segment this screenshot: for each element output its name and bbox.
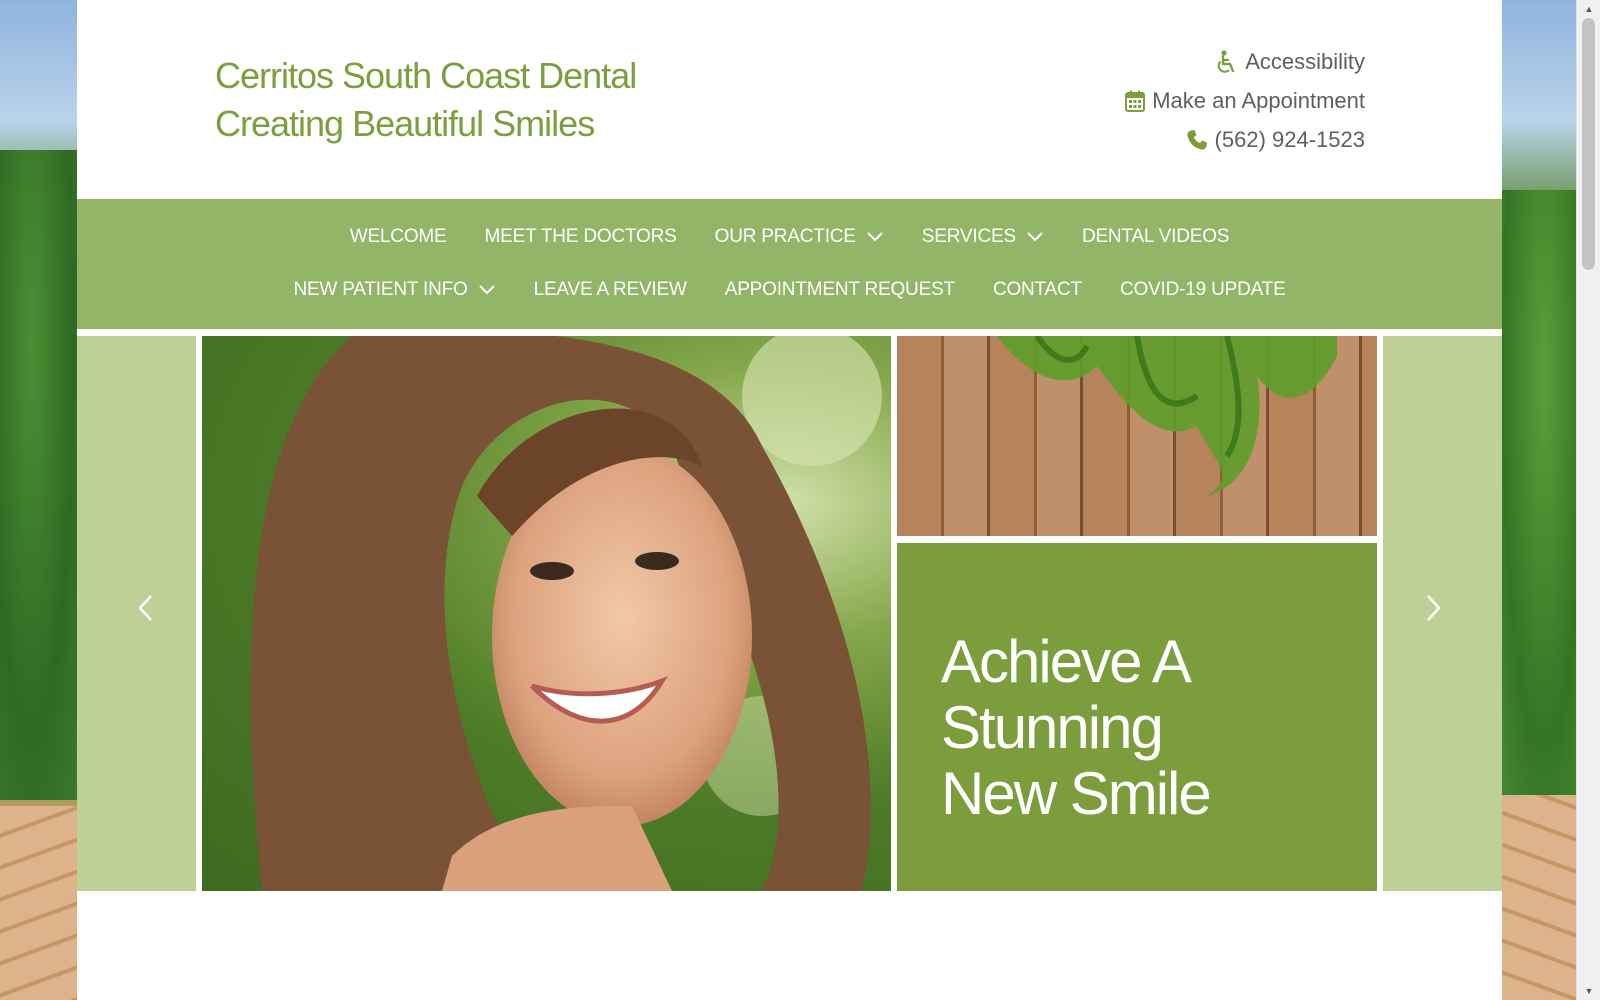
site-title[interactable]: Cerritos South Coast Dental xyxy=(215,52,637,100)
nav-item-new-patient-info[interactable]: NEW PATIENT INFO xyxy=(293,279,495,301)
slider-side-panel-right xyxy=(1383,336,1502,891)
calendar-icon xyxy=(1125,90,1146,112)
site-brand[interactable]: Cerritos South Coast Dental Creating Bea… xyxy=(215,52,637,148)
phone-icon xyxy=(1186,129,1208,151)
chevron-down-icon xyxy=(478,284,496,296)
headline-line-2: Stunning xyxy=(941,694,1164,761)
nav-item-welcome[interactable]: WELCOME xyxy=(350,226,447,248)
chevron-right-icon xyxy=(1423,592,1443,629)
scroll-up-arrow-icon[interactable]: ▲ xyxy=(1577,0,1600,18)
nav-label: CONTACT xyxy=(992,279,1082,300)
nav-row-primary: WELCOME MEET THE DOCTORS OUR PRACTICE SE… xyxy=(77,217,1502,257)
wheelchair-icon xyxy=(1216,49,1238,74)
site-tagline: Creating Beautiful Smiles xyxy=(215,103,595,144)
nav-label: MEET THE DOCTORS xyxy=(484,226,677,247)
nav-item-contact[interactable]: CONTACT xyxy=(993,279,1082,301)
accessibility-label: Accessibility xyxy=(1245,48,1365,74)
nav-label: APPOINTMENT REQUEST xyxy=(724,279,955,300)
nav-label: OUR PRACTICE xyxy=(714,226,856,247)
scroll-down-arrow-icon[interactable]: ▼ xyxy=(1577,982,1600,1000)
nav-item-leave-a-review[interactable]: LEAVE A REVIEW xyxy=(534,279,687,301)
chevron-left-icon xyxy=(136,592,156,629)
nav-item-meet-the-doctors[interactable]: MEET THE DOCTORS xyxy=(485,226,677,248)
make-appointment-link[interactable]: Make an Appointment xyxy=(1125,81,1365,120)
chevron-down-icon xyxy=(866,231,884,243)
accessibility-link[interactable]: Accessibility xyxy=(1125,42,1365,81)
wooden-fence-ivy-photo xyxy=(897,336,1377,536)
phone-link[interactable]: (562) 924-1523 xyxy=(1125,120,1365,159)
slide-caption-panel: Achieve A Stunning New Smile xyxy=(897,543,1377,891)
slider-prev-button[interactable] xyxy=(126,590,166,630)
smiling-woman-photo xyxy=(202,336,891,891)
background-deck-right xyxy=(1496,795,1576,1000)
hero-slider: Achieve A Stunning New Smile xyxy=(77,336,1502,891)
page-scrollbar[interactable]: ▲ ▼ xyxy=(1576,0,1600,1000)
slider-side-panel-left xyxy=(77,336,196,891)
headline-line-1: Achieve A xyxy=(941,628,1192,695)
nav-label: WELCOME xyxy=(349,226,447,247)
background-deck-left xyxy=(0,806,80,1000)
chevron-down-icon xyxy=(1026,231,1044,243)
nav-item-appointment-request[interactable]: APPOINTMENT REQUEST xyxy=(725,279,955,301)
headline-line-3: New Smile xyxy=(941,760,1212,827)
scrollbar-thumb[interactable] xyxy=(1582,18,1595,270)
nav-label: LEAVE A REVIEW xyxy=(533,279,687,300)
nav-item-services[interactable]: SERVICES xyxy=(922,226,1044,248)
nav-item-dental-videos[interactable]: DENTAL VIDEOS xyxy=(1081,226,1230,248)
slider-next-button[interactable] xyxy=(1413,590,1453,630)
nav-row-secondary: NEW PATIENT INFO LEAVE A REVIEW APPOINTM… xyxy=(77,270,1502,310)
slide-headline: Achieve A Stunning New Smile xyxy=(941,628,1212,827)
header-utility-links: Accessibility Make an Appointment (562) … xyxy=(1125,42,1365,159)
nav-label: COVID-19 UPDATE xyxy=(1119,279,1286,300)
nav-label: DENTAL VIDEOS xyxy=(1081,226,1230,247)
nav-item-our-practice[interactable]: OUR PRACTICE xyxy=(715,226,884,248)
nav-label: NEW PATIENT INFO xyxy=(293,279,468,300)
page-container: Cerritos South Coast Dental Creating Bea… xyxy=(77,0,1502,1000)
background-trees-right xyxy=(1496,190,1576,810)
phone-number: (562) 924-1523 xyxy=(1214,126,1365,152)
main-navigation: WELCOME MEET THE DOCTORS OUR PRACTICE SE… xyxy=(77,199,1502,329)
make-appointment-label: Make an Appointment xyxy=(1152,87,1365,113)
nav-item-covid-19-update[interactable]: COVID-19 UPDATE xyxy=(1120,279,1286,301)
nav-label: SERVICES xyxy=(921,226,1016,247)
background-trees-left xyxy=(0,150,80,800)
